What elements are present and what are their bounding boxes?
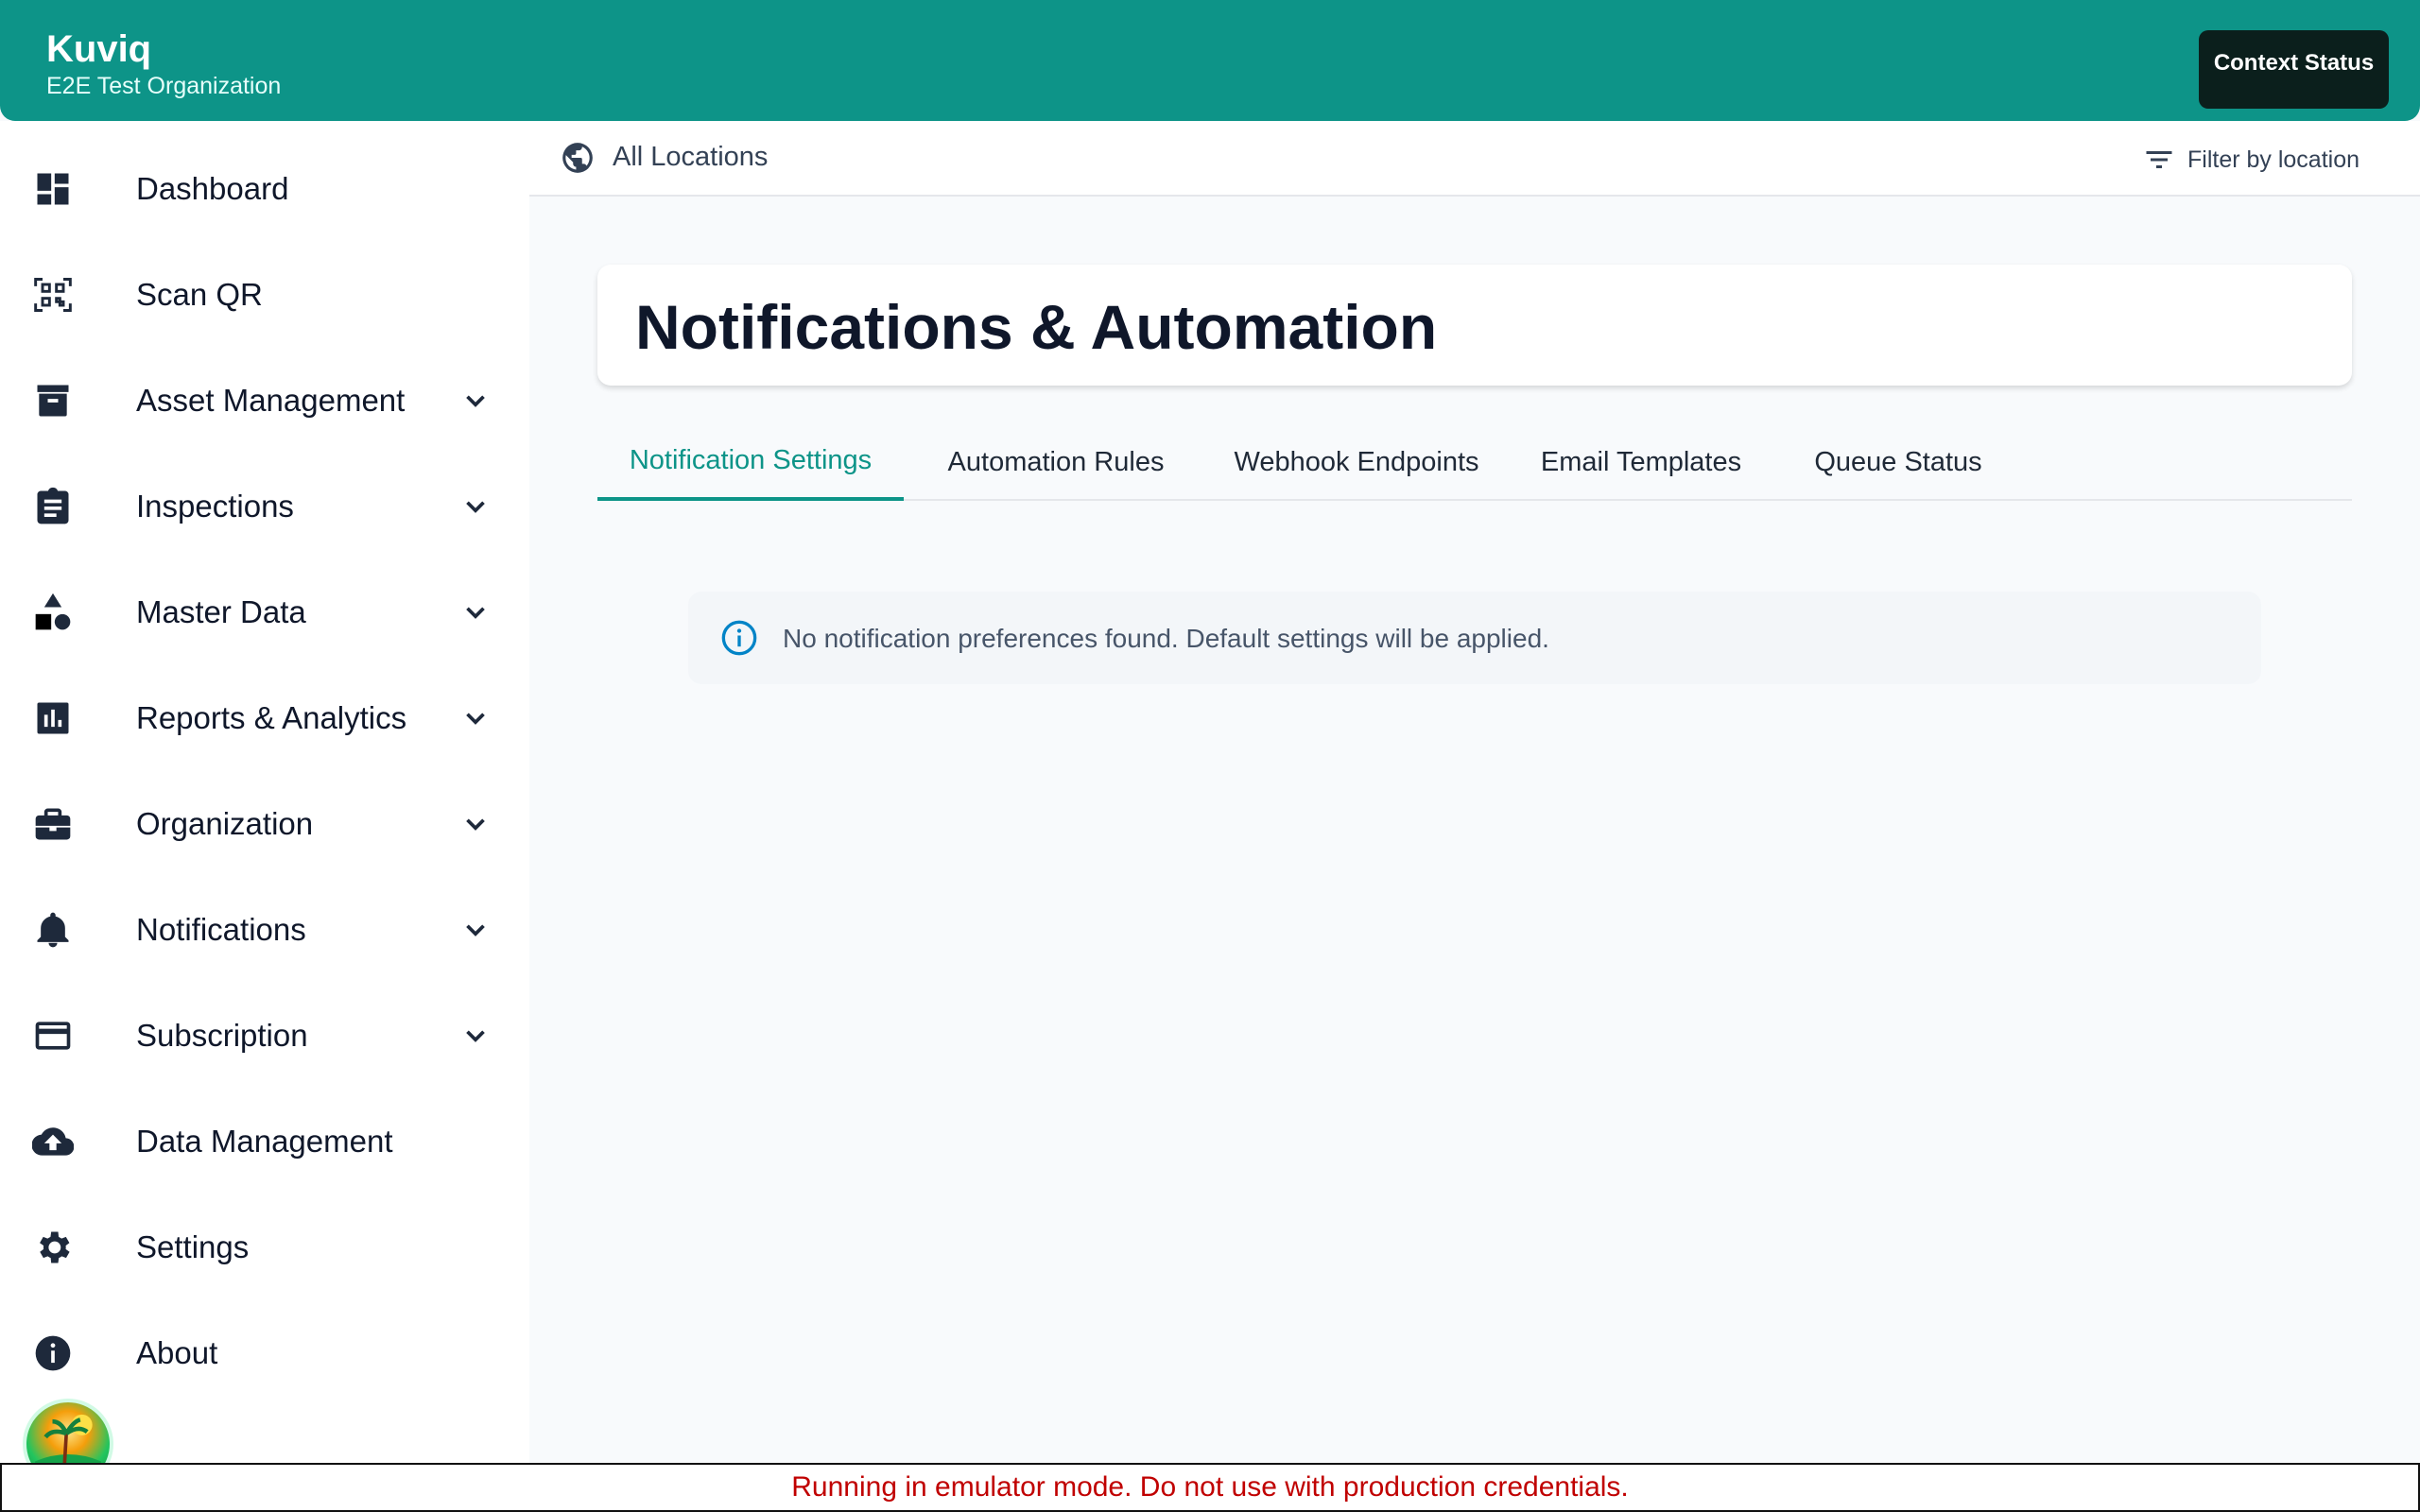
shapes-icon [32, 592, 74, 633]
emulator-warning-banner: Running in emulator mode. Do not use wit… [0, 1463, 2420, 1512]
archive-icon [32, 380, 74, 421]
sidebar-item-inspections[interactable]: Inspections [0, 459, 529, 554]
bar-chart-icon [32, 697, 74, 739]
tab-webhook-endpoints[interactable]: Webhook Endpoints [1208, 423, 1505, 501]
page-title-card: Notifications & Automation [597, 265, 2352, 386]
tab-email-templates[interactable]: Email Templates [1505, 423, 1777, 501]
chevron-down-icon[interactable] [459, 1020, 492, 1052]
info-alert-message: No notification preferences found. Defau… [783, 624, 1549, 653]
sidebar-item-label: About [136, 1335, 218, 1370]
chevron-down-icon[interactable] [459, 385, 492, 417]
sidebar-item-dashboard[interactable]: Dashboard [0, 142, 529, 236]
info-outline-icon [721, 620, 757, 656]
sidebar-item-subscription[interactable]: Subscription [0, 988, 529, 1083]
sidebar-item-reports-analytics[interactable]: Reports & Analytics [0, 671, 529, 765]
chevron-down-icon[interactable] [459, 808, 492, 840]
sidebar-item-asset-management[interactable]: Asset Management [0, 353, 529, 448]
sidebar-item-label: Data Management [136, 1124, 393, 1159]
sidebar-item-label: Organization [136, 806, 314, 841]
info-alert: No notification preferences found. Defau… [688, 592, 2261, 684]
globe-icon [562, 143, 593, 173]
dashboard-icon [32, 168, 74, 210]
info-icon [32, 1332, 74, 1374]
context-status-button[interactable]: Context Status [2199, 30, 2389, 109]
tab-automation-rules[interactable]: Automation Rules [904, 423, 1208, 501]
sidebar-item-label: Inspections [136, 489, 294, 524]
app-header: Kuviq E2E Test Organization Context Stat… [0, 0, 2420, 121]
sidebar-item-scan-qr[interactable]: Scan QR [0, 248, 529, 342]
chevron-down-icon[interactable] [459, 914, 492, 946]
tab-queue-status[interactable]: Queue Status [1777, 423, 2019, 501]
chevron-down-icon[interactable] [459, 596, 492, 628]
organization-name: E2E Test Organization [46, 73, 282, 99]
briefcase-icon [32, 803, 74, 845]
sidebar-item-label: Reports & Analytics [136, 700, 407, 735]
sidebar-item-label: Asset Management [136, 383, 406, 418]
filter-label: Filter by location [2187, 146, 2360, 173]
filter-icon [2146, 151, 2172, 168]
tab-bar: Notification Settings Automation Rules W… [597, 423, 2352, 501]
tab-notification-settings[interactable]: Notification Settings [597, 423, 904, 501]
sidebar-item-master-data[interactable]: Master Data [0, 565, 529, 660]
sidebar-item-about[interactable]: About [0, 1306, 529, 1400]
page-title: Notifications & Automation [635, 292, 1438, 362]
sidebar-item-label: Subscription [136, 1018, 308, 1053]
chevron-down-icon[interactable] [459, 702, 492, 734]
filter-by-location-button[interactable]: Filter by location [2142, 138, 2388, 181]
credit-card-icon [32, 1015, 74, 1057]
current-location[interactable]: All Locations [613, 142, 768, 173]
sidebar-item-label: Scan QR [136, 277, 263, 312]
sidebar-item-label: Master Data [136, 594, 306, 629]
qr-scan-icon [32, 274, 74, 316]
sidebar: Dashboard Scan QR Asset Management Inspe… [0, 121, 529, 1463]
sidebar-item-label: Settings [136, 1229, 250, 1264]
sidebar-item-label: Notifications [136, 912, 306, 947]
sidebar-item-label: Dashboard [136, 171, 289, 206]
chevron-down-icon[interactable] [459, 490, 492, 523]
sidebar-item-settings[interactable]: Settings [0, 1200, 529, 1295]
clipboard-icon [32, 486, 74, 527]
location-bar: All Locations Filter by location [529, 121, 2420, 197]
cloud-upload-icon [32, 1121, 74, 1162]
sidebar-item-organization[interactable]: Organization [0, 777, 529, 871]
sidebar-item-data-management[interactable]: Data Management [0, 1094, 529, 1189]
bell-icon [32, 909, 74, 951]
sidebar-item-notifications[interactable]: Notifications [0, 883, 529, 977]
app-name: Kuviq [46, 28, 152, 70]
gear-icon [32, 1227, 74, 1268]
